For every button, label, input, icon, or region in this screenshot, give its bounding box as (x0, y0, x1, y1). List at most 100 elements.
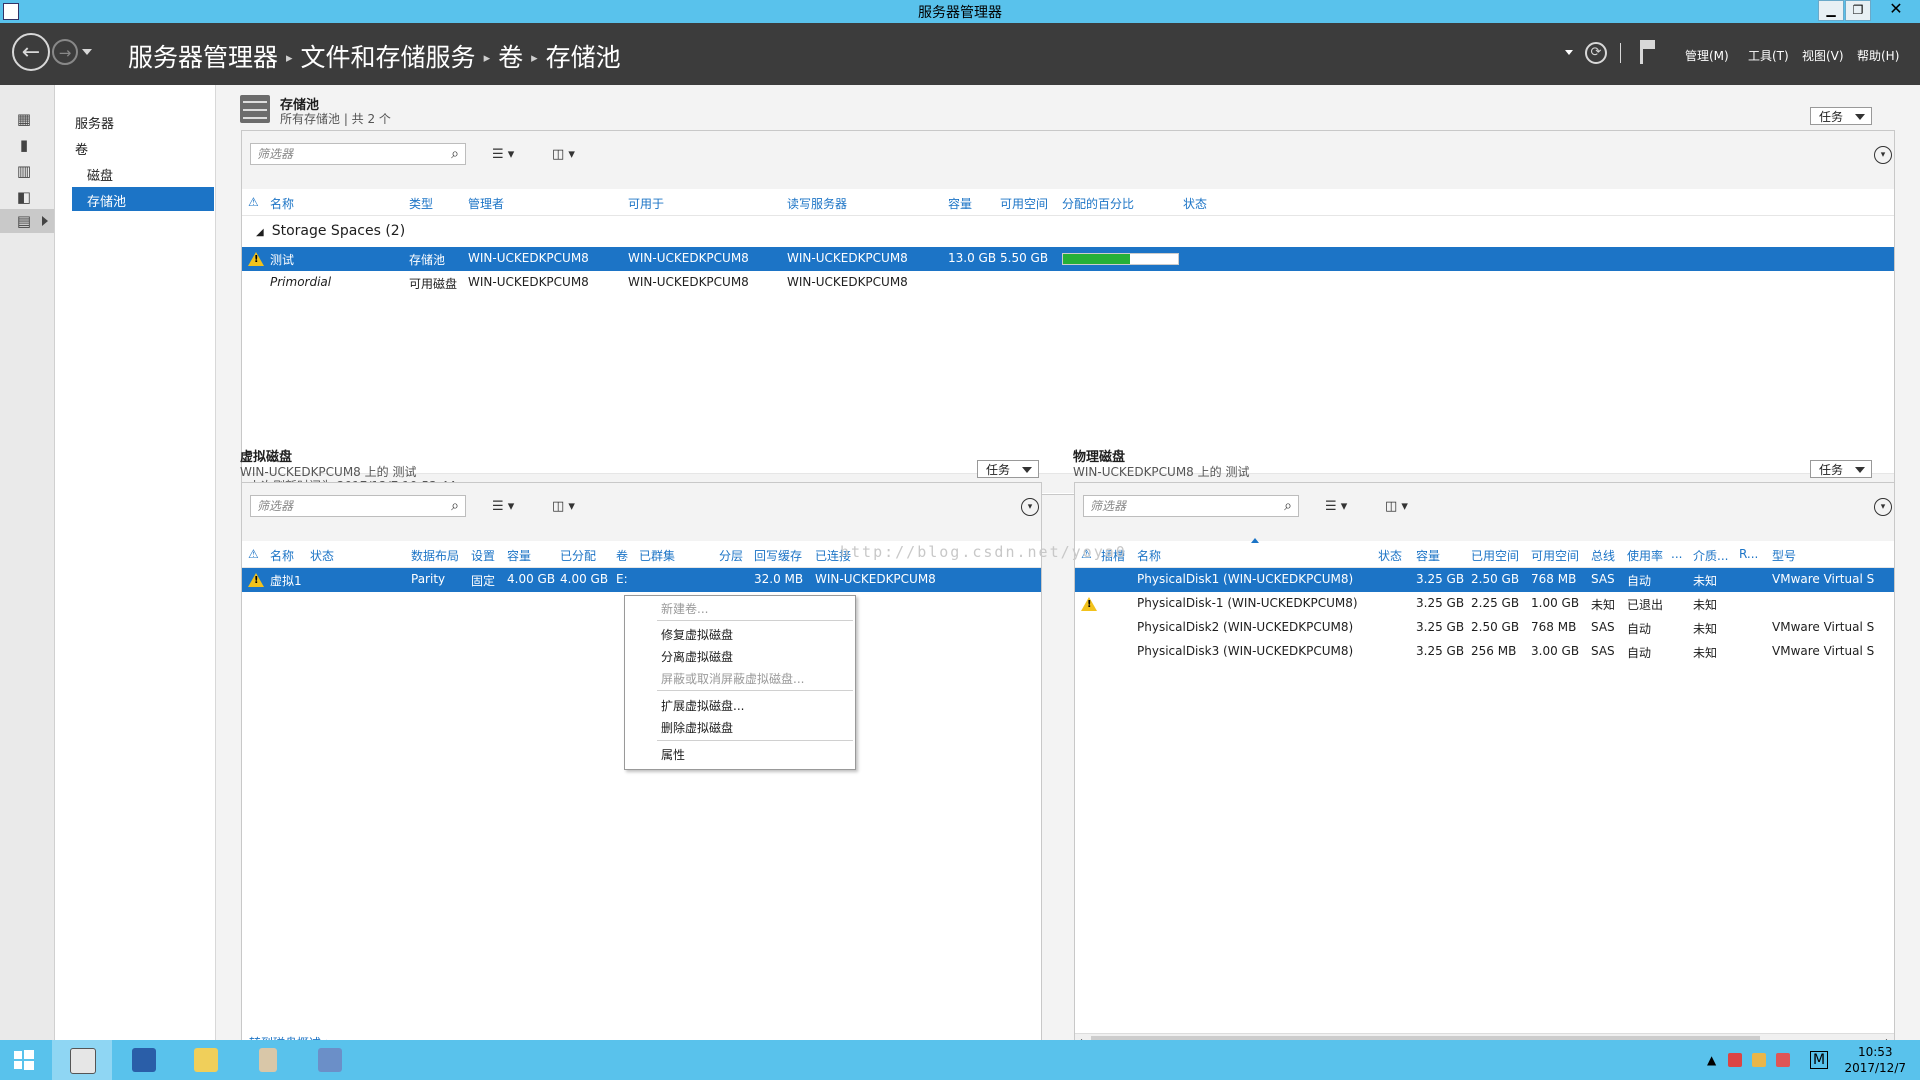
search-icon[interactable]: ⌕ (1284, 496, 1292, 516)
table-row[interactable]: PhysicalDisk1 (WIN-UCKEDKPCUM8) 3.25 GB … (1075, 568, 1894, 592)
col-name[interactable]: 名称 (1137, 547, 1161, 564)
expand-collapse-icon[interactable]: ▾ (1874, 146, 1892, 164)
col-model[interactable]: 型号 (1772, 547, 1796, 564)
restore-button[interactable]: ❐ (1845, 0, 1871, 21)
physical-disks-tasks-button[interactable]: 任务 (1810, 460, 1872, 478)
nav-item-storage-pools[interactable]: 存储池 (87, 191, 126, 210)
action-center-icon[interactable] (1728, 1053, 1742, 1067)
col-writeback-cache[interactable]: 回写缓存 (754, 547, 802, 564)
col-capacity[interactable]: 容量 (507, 547, 531, 564)
breadcrumb-server-manager[interactable]: 服务器管理器 (128, 43, 278, 72)
col-provisioning[interactable]: 设置 (471, 547, 495, 564)
notifications-flag-icon[interactable] (1640, 40, 1655, 64)
col-name[interactable]: 名称 (270, 547, 294, 564)
save-query-icon[interactable]: ◫ ▾ (552, 147, 575, 162)
col-manager[interactable]: 管理者 (468, 195, 504, 212)
col-bus[interactable]: 总线 (1591, 547, 1615, 564)
table-row[interactable]: PhysicalDisk3 (WIN-UCKEDKPCUM8) 3.25 GB … (1075, 640, 1894, 664)
taskbar-clock[interactable]: 10:53 2017/12/7 (1844, 1044, 1906, 1076)
all-servers-icon[interactable]: ▥ (16, 163, 32, 179)
col-clustered[interactable]: 已群集 (639, 547, 675, 564)
menu-item-detach-virtual-disk[interactable]: 分离虚拟磁盘 (661, 648, 733, 665)
iis-icon[interactable]: ◧ (16, 189, 32, 205)
col-allocated[interactable]: 已分配 (560, 547, 596, 564)
breadcrumb-storage-pools[interactable]: 存储池 (546, 43, 621, 72)
header-dropdown-icon[interactable] (1565, 50, 1573, 55)
col-status[interactable]: 状态 (1183, 195, 1207, 212)
nav-item-servers[interactable]: 服务器 (75, 113, 114, 132)
col-free-space[interactable]: 可用空间 (1000, 195, 1048, 212)
breadcrumb-file-storage[interactable]: 文件和存储服务 (301, 43, 476, 72)
menu-item-properties[interactable]: 属性 (661, 746, 685, 763)
menu-help[interactable]: 帮助(H) (1857, 47, 1899, 64)
menu-item-mask-unmask[interactable]: 屏蔽或取消屏蔽虚拟磁盘... (661, 670, 804, 687)
group-storage-spaces[interactable]: ◢ Storage Spaces (2) (256, 223, 405, 239)
history-dropdown-icon[interactable] (82, 49, 92, 55)
expand-collapse-icon[interactable]: ▾ (1021, 498, 1039, 516)
col-available-to[interactable]: 可用于 (628, 195, 664, 212)
menu-view[interactable]: 视图(V) (1802, 47, 1844, 64)
save-query-icon[interactable]: ◫ ▾ (1385, 499, 1408, 514)
tray-overflow-icon[interactable]: ▲ (1707, 1053, 1716, 1067)
menu-item-extend-virtual-disk[interactable]: 扩展虚拟磁盘... (661, 697, 744, 714)
taskbar-powershell[interactable] (114, 1040, 174, 1080)
search-icon[interactable]: ⌕ (451, 144, 459, 164)
taskbar-server-manager[interactable] (52, 1040, 112, 1080)
list-options-icon[interactable]: ☰ ▾ (1325, 499, 1347, 514)
virtual-disks-filter-input[interactable]: 筛选器 ⌕ (250, 495, 466, 517)
col-capacity[interactable]: 容量 (948, 195, 972, 212)
table-row[interactable]: PhysicalDisk-1 (WIN-UCKEDKPCUM8) 3.25 GB… (1075, 592, 1894, 616)
minimize-button[interactable]: ▁ (1818, 0, 1844, 21)
start-button[interactable] (0, 1040, 50, 1080)
col-layout[interactable]: 数据布局 (411, 547, 459, 564)
table-row[interactable]: 测试 存储池 WIN-UCKEDKPCUM8 WIN-UCKEDKPCUM8 W… (242, 247, 1894, 271)
volume-tray-icon[interactable] (1776, 1053, 1790, 1067)
col-capacity[interactable]: 容量 (1416, 547, 1440, 564)
taskbar-file-explorer[interactable] (176, 1040, 236, 1080)
menu-item-new-volume[interactable]: 新建卷... (661, 600, 708, 617)
network-tray-icon[interactable] (1752, 1053, 1766, 1067)
menu-manage[interactable]: 管理(M) (1685, 47, 1729, 64)
col-media[interactable]: 介质... (1693, 547, 1728, 564)
breadcrumb-volumes[interactable]: 卷 (498, 43, 523, 72)
col-tiered[interactable]: 分层 (719, 547, 743, 564)
menu-item-delete-virtual-disk[interactable]: 删除虚拟磁盘 (661, 719, 733, 736)
taskbar-app-4[interactable] (238, 1040, 298, 1080)
col-rw-server[interactable]: 读写服务器 (787, 195, 847, 212)
col-status[interactable]: 状态 (1378, 547, 1402, 564)
collapse-triangle-icon[interactable]: ◢ (256, 227, 264, 238)
storage-pools-filter-input[interactable]: 筛选器 ⌕ (250, 143, 466, 165)
expand-collapse-icon[interactable]: ▾ (1874, 498, 1892, 516)
local-server-icon[interactable]: ▮ (16, 137, 32, 153)
input-method-indicator[interactable]: M (1810, 1051, 1829, 1069)
col-name[interactable]: 名称 (270, 195, 294, 212)
col-r[interactable]: R... (1739, 547, 1758, 561)
menu-tools[interactable]: 工具(T) (1748, 47, 1789, 64)
file-storage-nav-item[interactable]: ▤ (0, 209, 54, 233)
col-usage[interactable]: 使用率 (1627, 547, 1663, 564)
list-options-icon[interactable]: ☰ ▾ (492, 499, 514, 514)
sort-indicator-icon[interactable]: ⚠ (248, 547, 259, 561)
nav-item-volumes[interactable]: 卷 (75, 139, 88, 158)
col-ellipsis[interactable]: ... (1671, 547, 1682, 561)
col-allocated-pct[interactable]: 分配的百分比 (1062, 195, 1134, 212)
taskbar-app-5[interactable] (300, 1040, 360, 1080)
menu-item-repair-virtual-disk[interactable]: 修复虚拟磁盘 (661, 626, 733, 643)
col-type[interactable]: 类型 (409, 195, 433, 212)
dashboard-icon[interactable]: ▦ (16, 111, 32, 127)
physical-disks-filter-input[interactable]: 筛选器 ⌕ (1083, 495, 1299, 517)
storage-pools-tasks-button[interactable]: 任务 (1810, 107, 1872, 125)
close-button[interactable]: ✕ (1874, 0, 1918, 19)
refresh-icon[interactable]: ⟳ (1585, 42, 1607, 64)
back-button[interactable]: ← (12, 33, 50, 71)
col-status[interactable]: 状态 (310, 547, 334, 564)
col-volume[interactable]: 卷 (616, 547, 628, 564)
table-row[interactable]: 虚拟1 Parity 固定 4.00 GB 4.00 GB E: 32.0 MB… (242, 568, 1041, 592)
sort-indicator-icon[interactable]: ⚠ (248, 195, 259, 209)
col-used-space[interactable]: 已用空间 (1471, 547, 1519, 564)
forward-button[interactable]: → (52, 39, 78, 65)
table-row[interactable]: PhysicalDisk2 (WIN-UCKEDKPCUM8) 3.25 GB … (1075, 616, 1894, 640)
search-icon[interactable]: ⌕ (451, 496, 459, 516)
list-options-icon[interactable]: ☰ ▾ (492, 147, 514, 162)
col-free-space[interactable]: 可用空间 (1531, 547, 1579, 564)
